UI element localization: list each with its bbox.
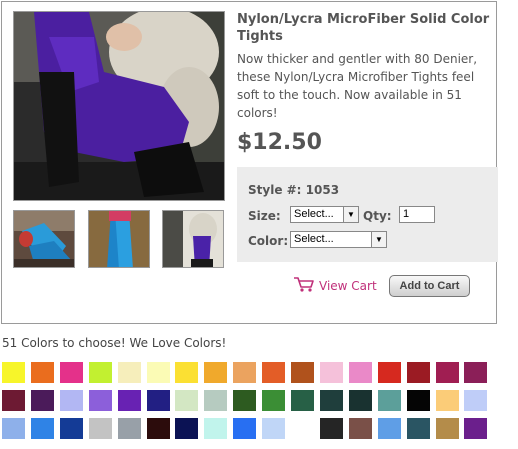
color-swatch[interactable]	[204, 390, 227, 411]
color-swatch[interactable]	[147, 418, 170, 439]
color-swatch[interactable]	[89, 418, 112, 439]
product-thumbnail-1[interactable]	[13, 210, 75, 268]
product-thumbnail-3[interactable]	[162, 210, 224, 268]
color-swatch[interactable]	[378, 362, 401, 383]
color-swatch[interactable]	[436, 390, 459, 411]
color-swatch[interactable]	[464, 418, 487, 439]
color-swatch[interactable]	[31, 362, 54, 383]
color-swatch[interactable]	[60, 362, 83, 383]
color-swatch[interactable]	[378, 390, 401, 411]
color-swatch[interactable]	[31, 418, 54, 439]
color-swatch[interactable]	[204, 418, 227, 439]
shopping-cart-icon	[293, 276, 315, 296]
product-title: Nylon/Lycra MicroFiber Solid Color Tight…	[237, 12, 490, 44]
size-label: Size:	[248, 209, 281, 223]
color-swatch[interactable]	[320, 390, 343, 411]
color-swatch[interactable]	[60, 418, 83, 439]
chevron-down-icon: ▼	[343, 207, 358, 222]
color-swatch[interactable]	[464, 362, 487, 383]
product-description: Now thicker and gentler with 80 Denier, …	[237, 52, 478, 120]
color-swatch[interactable]	[464, 390, 487, 411]
color-swatch[interactable]	[204, 362, 227, 383]
color-swatch[interactable]	[147, 390, 170, 411]
color-swatch[interactable]	[349, 362, 372, 383]
color-swatch[interactable]	[291, 390, 314, 411]
color-swatch[interactable]	[291, 362, 314, 383]
color-swatch[interactable]	[233, 362, 256, 383]
color-swatch[interactable]	[89, 362, 112, 383]
color-swatch[interactable]	[262, 418, 285, 439]
color-swatch[interactable]	[320, 362, 343, 383]
color-swatch[interactable]	[2, 362, 25, 383]
color-swatch[interactable]	[118, 390, 141, 411]
qty-label: Qty:	[363, 209, 392, 223]
quantity-input[interactable]: 1	[399, 206, 435, 223]
color-swatch[interactable]	[175, 390, 198, 411]
view-cart-label: View Cart	[319, 279, 377, 293]
color-swatch[interactable]	[349, 418, 372, 439]
color-select-value: Select...	[294, 233, 334, 245]
color-swatch[interactable]	[407, 390, 430, 411]
color-swatch[interactable]	[175, 362, 198, 383]
color-swatch[interactable]	[407, 362, 430, 383]
color-swatch[interactable]	[320, 418, 343, 439]
product-main-image[interactable]	[13, 11, 225, 201]
purchase-options: Style #: 1053 Size: Select... ▼ Qty: 1 C…	[237, 167, 498, 262]
color-swatch[interactable]	[291, 418, 314, 439]
size-select-value: Select...	[294, 208, 334, 220]
color-swatch[interactable]	[2, 418, 25, 439]
color-swatch[interactable]	[349, 390, 372, 411]
add-to-cart-button[interactable]: Add to Cart	[389, 275, 470, 297]
color-swatch[interactable]	[89, 390, 112, 411]
product-price: $12.50	[237, 130, 322, 155]
color-swatch[interactable]	[407, 418, 430, 439]
color-swatch[interactable]	[262, 390, 285, 411]
color-swatch[interactable]	[118, 362, 141, 383]
view-cart-link[interactable]: View Cart	[293, 276, 377, 296]
color-swatch[interactable]	[31, 390, 54, 411]
colors-heading: 51 Colors to choose! We Love Colors!	[2, 336, 227, 350]
color-swatch[interactable]	[233, 390, 256, 411]
color-swatch[interactable]	[118, 418, 141, 439]
chevron-down-icon: ▼	[371, 232, 386, 247]
product-panel: Nylon/Lycra MicroFiber Solid Color Tight…	[1, 1, 498, 324]
product-thumbnail-2[interactable]	[88, 210, 150, 268]
color-swatch[interactable]	[60, 390, 83, 411]
color-swatch[interactable]	[378, 418, 401, 439]
color-swatch[interactable]	[175, 418, 198, 439]
color-swatch[interactable]	[262, 362, 285, 383]
size-select[interactable]: Select... ▼	[290, 206, 359, 223]
color-label: Color:	[248, 234, 289, 248]
color-swatch[interactable]	[147, 362, 170, 383]
color-swatch[interactable]	[436, 418, 459, 439]
color-swatch[interactable]	[2, 390, 25, 411]
color-select[interactable]: Select... ▼	[290, 231, 387, 248]
style-number: Style #: 1053	[248, 183, 340, 197]
color-swatch[interactable]	[436, 362, 459, 383]
color-swatch[interactable]	[233, 418, 256, 439]
